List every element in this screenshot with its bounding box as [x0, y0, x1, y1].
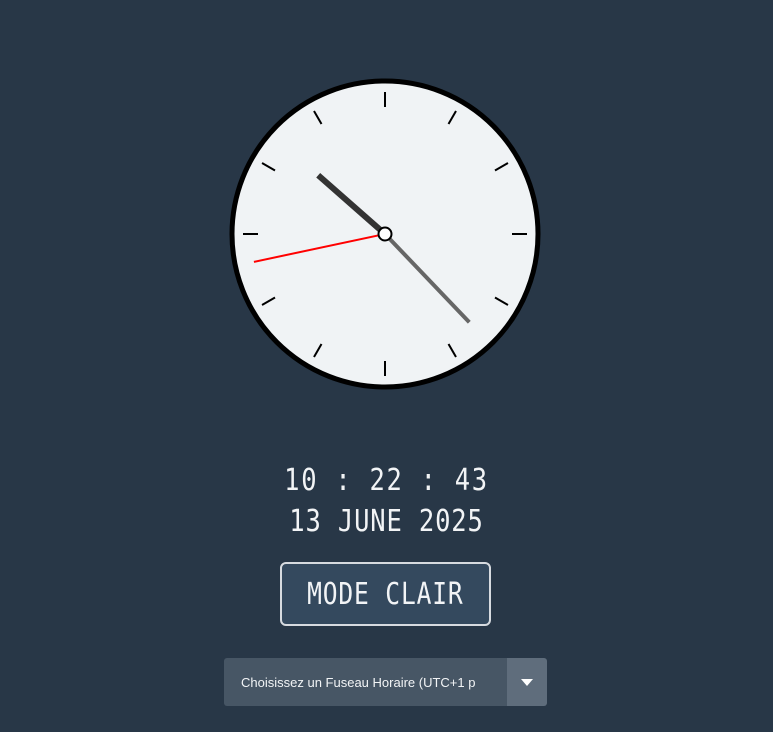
clock-center-pin — [377, 226, 393, 242]
timezone-dropdown-button[interactable] — [507, 658, 547, 706]
analog-clock-face — [229, 78, 541, 390]
digital-time: 10 : 22 : 43 — [284, 463, 489, 498]
caret-down-icon — [521, 678, 533, 686]
mode-toggle-button[interactable]: MODE CLAIR — [280, 562, 491, 626]
clock-page: 10 : 22 : 43 13 JUNE 2025 MODE CLAIR Cho… — [0, 0, 773, 732]
timezone-select[interactable]: Choisissez un Fuseau Horaire (UTC+1 p — [224, 658, 547, 706]
digital-date: 13 JUNE 2025 — [289, 504, 484, 539]
mode-toggle-label: MODE CLAIR — [307, 576, 464, 612]
timezone-selected-value: Choisissez un Fuseau Horaire (UTC+1 p — [224, 658, 507, 706]
analog-clock — [229, 78, 541, 390]
